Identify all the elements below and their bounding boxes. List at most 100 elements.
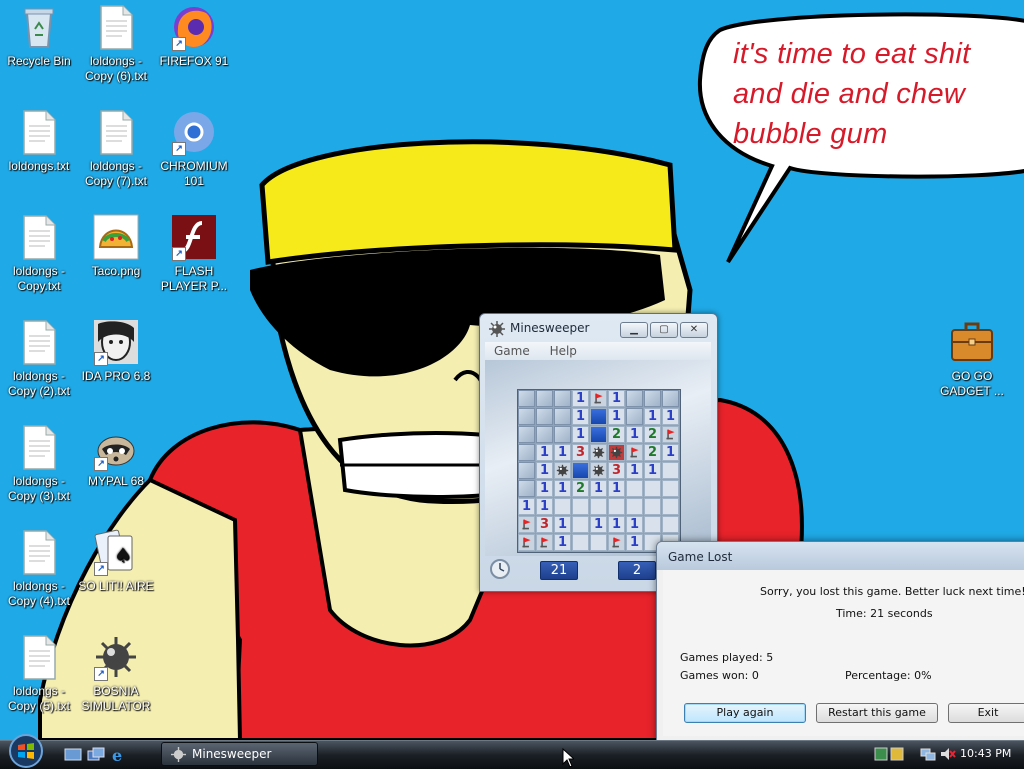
grid-cell-number[interactable]: 3 bbox=[572, 444, 589, 461]
grid-cell-flag[interactable] bbox=[608, 534, 625, 551]
tray-apps-icon[interactable] bbox=[874, 746, 908, 762]
internet-explorer-icon[interactable]: e bbox=[110, 747, 128, 763]
grid-cell-unopened[interactable] bbox=[518, 480, 535, 497]
exit-button[interactable]: Exit bbox=[948, 703, 1024, 723]
grid-cell-empty[interactable] bbox=[572, 498, 589, 515]
grid-cell-empty[interactable] bbox=[662, 516, 679, 533]
grid-cell-empty[interactable] bbox=[590, 534, 607, 551]
switch-windows-icon[interactable] bbox=[87, 747, 105, 763]
grid-cell-number[interactable]: 1 bbox=[608, 408, 625, 425]
desktop-icon[interactable]: ↗ CHROMIUM 101 bbox=[155, 108, 233, 189]
grid-cell-unopened[interactable] bbox=[644, 390, 661, 407]
grid-cell-number[interactable]: 1 bbox=[572, 390, 589, 407]
grid-cell-empty[interactable] bbox=[572, 534, 589, 551]
grid-cell-number[interactable]: 1 bbox=[662, 408, 679, 425]
grid-cell-unopened[interactable] bbox=[536, 390, 553, 407]
grid-cell-empty[interactable] bbox=[662, 498, 679, 515]
grid-cell-unopened[interactable] bbox=[662, 390, 679, 407]
grid-cell-number[interactable]: 1 bbox=[608, 516, 625, 533]
grid-cell-number[interactable]: 1 bbox=[518, 498, 535, 515]
minesweeper-titlebar[interactable]: Minesweeper ▁ ▢ ✕ bbox=[480, 314, 717, 342]
grid-cell-unopened[interactable] bbox=[536, 426, 553, 443]
clock[interactable]: 10:43 PM bbox=[960, 747, 1011, 760]
taskbar-button-minesweeper[interactable]: Minesweeper bbox=[161, 742, 318, 766]
desktop-icon[interactable]: loldongs.txt bbox=[0, 108, 78, 174]
grid-cell-number[interactable]: 1 bbox=[644, 462, 661, 479]
grid-cell-highlighted[interactable] bbox=[590, 426, 607, 443]
grid-cell-flag[interactable] bbox=[518, 534, 535, 551]
grid-cell-mine[interactable] bbox=[554, 462, 571, 479]
grid-cell-number[interactable]: 1 bbox=[536, 444, 553, 461]
grid-cell-number[interactable]: 1 bbox=[626, 516, 643, 533]
desktop-icon[interactable]: loldongs - Copy (4).txt bbox=[0, 528, 78, 609]
desktop-icon[interactable]: ↗ BOSNIA SIMULATOR bbox=[77, 633, 155, 714]
grid-cell-number[interactable]: 1 bbox=[554, 516, 571, 533]
grid-cell-number[interactable]: 3 bbox=[536, 516, 553, 533]
grid-cell-unopened[interactable] bbox=[518, 390, 535, 407]
desktop-icon[interactable]: Recycle Bin bbox=[0, 3, 78, 69]
grid-cell-number[interactable]: 1 bbox=[554, 480, 571, 497]
grid-cell-unopened[interactable] bbox=[554, 390, 571, 407]
grid-cell-exploded-mine[interactable] bbox=[608, 444, 625, 461]
grid-cell-unopened[interactable] bbox=[518, 426, 535, 443]
desktop-icon[interactable]: loldongs - Copy (3).txt bbox=[0, 423, 78, 504]
grid-cell-empty[interactable] bbox=[626, 480, 643, 497]
grid-cell-highlighted[interactable] bbox=[590, 408, 607, 425]
grid-cell-number[interactable]: 3 bbox=[608, 462, 625, 479]
grid-cell-number[interactable]: 1 bbox=[554, 444, 571, 461]
desktop-icon[interactable]: GO GO GADGET ... bbox=[933, 318, 1011, 399]
close-button[interactable]: ✕ bbox=[680, 322, 708, 338]
grid-cell-number[interactable]: 1 bbox=[590, 480, 607, 497]
grid-cell-unopened[interactable] bbox=[554, 408, 571, 425]
grid-cell-unopened[interactable] bbox=[554, 426, 571, 443]
grid-cell-number[interactable]: 2 bbox=[572, 480, 589, 497]
maximize-button[interactable]: ▢ bbox=[650, 322, 678, 338]
restart-game-button[interactable]: Restart this game bbox=[816, 703, 938, 723]
grid-cell-unopened[interactable] bbox=[536, 408, 553, 425]
grid-cell-empty[interactable] bbox=[572, 516, 589, 533]
desktop-icon[interactable]: ↗ MYPAL 68 bbox=[77, 423, 155, 489]
grid-cell-unopened[interactable] bbox=[626, 408, 643, 425]
desktop-icon[interactable]: loldongs - Copy (2).txt bbox=[0, 318, 78, 399]
grid-cell-empty[interactable] bbox=[590, 498, 607, 515]
desktop-icon[interactable]: loldongs - Copy (5).txt bbox=[0, 633, 78, 714]
grid-cell-number[interactable]: 1 bbox=[572, 408, 589, 425]
grid-cell-flag[interactable] bbox=[536, 534, 553, 551]
desktop-icon[interactable]: ↗ FIREFOX 91 bbox=[155, 3, 233, 69]
grid-cell-unopened[interactable] bbox=[518, 408, 535, 425]
grid-cell-empty[interactable] bbox=[662, 480, 679, 497]
grid-cell-number[interactable]: 1 bbox=[626, 426, 643, 443]
minimize-button[interactable]: ▁ bbox=[620, 322, 648, 338]
start-button[interactable] bbox=[4, 733, 48, 769]
menu-help[interactable]: Help bbox=[550, 344, 577, 358]
game-lost-dialog[interactable]: Game Lost Sorry, you lost this game. Bet… bbox=[656, 541, 1024, 743]
grid-cell-number[interactable]: 1 bbox=[536, 462, 553, 479]
grid-cell-number[interactable]: 1 bbox=[590, 516, 607, 533]
desktop-icon[interactable]: Taco.png bbox=[77, 213, 155, 279]
desktop-icon[interactable]: ♠ ↗ SO LIT!! AIRE bbox=[77, 528, 155, 594]
grid-cell-number[interactable]: 1 bbox=[536, 498, 553, 515]
grid-cell-number[interactable]: 1 bbox=[608, 390, 625, 407]
grid-cell-empty[interactable] bbox=[626, 498, 643, 515]
grid-cell-flag[interactable] bbox=[518, 516, 535, 533]
grid-cell-mine[interactable] bbox=[590, 462, 607, 479]
grid-cell-unopened[interactable] bbox=[518, 462, 535, 479]
grid-cell-number[interactable]: 2 bbox=[608, 426, 625, 443]
grid-cell-number[interactable]: 1 bbox=[608, 480, 625, 497]
desktop-icon[interactable]: loldongs - Copy.txt bbox=[0, 213, 78, 294]
show-desktop-icon[interactable] bbox=[64, 747, 82, 763]
grid-cell-mine[interactable] bbox=[590, 444, 607, 461]
dialog-titlebar[interactable]: Game Lost bbox=[657, 542, 1024, 570]
grid-cell-wrong-flag[interactable] bbox=[590, 390, 607, 407]
grid-cell-empty[interactable] bbox=[608, 498, 625, 515]
grid-cell-highlighted[interactable] bbox=[572, 462, 589, 479]
grid-cell-empty[interactable] bbox=[662, 462, 679, 479]
desktop-icon[interactable]: ↗ FLASH PLAYER P... bbox=[155, 213, 233, 294]
grid-cell-number[interactable]: 2 bbox=[644, 444, 661, 461]
grid-cell-number[interactable]: 1 bbox=[626, 534, 643, 551]
play-again-button[interactable]: Play again bbox=[684, 703, 806, 723]
grid-cell-number[interactable]: 1 bbox=[554, 534, 571, 551]
mine-grid[interactable]: 111111121211321131111211113111111 bbox=[517, 389, 681, 553]
menu-game[interactable]: Game bbox=[494, 344, 530, 358]
grid-cell-empty[interactable] bbox=[644, 516, 661, 533]
